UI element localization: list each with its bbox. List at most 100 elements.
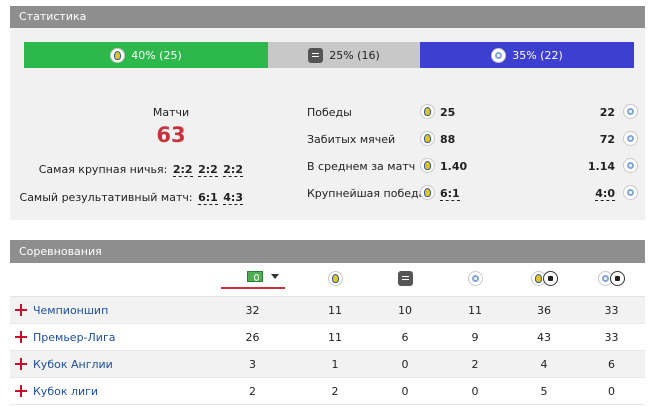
qpr-crest-icon (623, 185, 638, 200)
most-goals-match: Самый результативный матч: 6:1 4:3 (19, 191, 243, 205)
draws-cell: 10 (370, 296, 440, 324)
qpr-crest-icon (623, 158, 638, 173)
most-goals-link[interactable]: 6:1 (198, 191, 218, 205)
statistics-header: Статистика (10, 6, 645, 28)
draw-icon (308, 47, 324, 63)
qpr-wins-cell: 2 (440, 350, 510, 378)
table-row: Премьер-Лига 26 11 6 9 43 33 (10, 323, 645, 351)
leeds-wins-cell: 1 (300, 350, 370, 378)
leeds-crest-icon (420, 185, 435, 200)
matches-count: 63 (156, 123, 186, 147)
stat-row-goals: Забитых мячей 88 72 (307, 130, 640, 150)
leeds-goals-cell: 5 (510, 377, 578, 405)
qpr-crest-icon (623, 104, 638, 119)
header-draws[interactable] (370, 263, 440, 297)
qpr-goals-cell: 6 (578, 350, 645, 378)
home-wins-segment[interactable]: 40% (25) (24, 42, 268, 68)
header-competition (10, 263, 205, 297)
competition-cell: Кубок Англии (10, 350, 205, 378)
header-qpr-wins[interactable] (440, 263, 510, 297)
most-goals-label: Самый результативный матч: (19, 191, 193, 204)
header-leeds-wins[interactable] (300, 263, 370, 297)
results-bar: 40% (25) 25% (16) 35% (22) (24, 42, 634, 68)
draws-cell: 0 (370, 377, 440, 405)
header-leeds-goals[interactable] (510, 263, 578, 297)
leeds-crest-icon (420, 131, 435, 146)
competitions-header: Соревнования (10, 240, 645, 263)
competition-link[interactable]: Кубок лиги (33, 385, 98, 398)
chevron-down-icon[interactable] (270, 273, 279, 279)
leeds-crest-icon (327, 270, 343, 286)
draws-cell: 0 (370, 350, 440, 378)
ball-icon (610, 270, 625, 286)
competition-link[interactable]: Кубок Англии (33, 358, 113, 371)
home-wins-text: 40% (25) (131, 48, 182, 62)
stat-label: Забитых мячей (307, 133, 396, 146)
leeds-crest-icon (420, 104, 435, 119)
competition-cell: Чемпионшип (10, 296, 205, 324)
matches-cell: 32 (205, 296, 300, 324)
table-row: Кубок лиги 2 2 0 0 5 0 (10, 377, 645, 405)
home-biggest-win-link[interactable]: 6:1 (440, 187, 460, 201)
leeds-crest-icon (110, 47, 126, 63)
leeds-goals-cell: 43 (510, 323, 578, 351)
qpr-crest-icon (467, 270, 483, 286)
leeds-wins-cell: 11 (300, 296, 370, 324)
away-value: 72 (599, 133, 615, 146)
table-row: Кубок Англии 3 1 0 2 4 6 (10, 350, 645, 378)
away-wins-segment[interactable]: 35% (22) (420, 42, 634, 68)
home-value: 25 (440, 106, 456, 119)
england-flag-icon (15, 357, 27, 370)
biggest-draw-label: Самая крупная ничья: (38, 163, 168, 176)
table-header-row (10, 263, 645, 297)
home-value: 1.40 (440, 160, 468, 173)
home-value: 88 (440, 133, 456, 146)
competition-cell: Премьер-Лига (10, 323, 205, 351)
biggest-draw-link[interactable]: 2:2 (198, 163, 218, 177)
qpr-wins-cell: 0 (440, 377, 510, 405)
header-total-sort[interactable] (205, 263, 300, 297)
stat-label: Победы (307, 106, 352, 119)
qpr-wins-cell: 11 (440, 296, 510, 324)
qpr-crest-icon (491, 47, 507, 63)
leeds-wins-cell: 11 (300, 323, 370, 351)
draw-icon (397, 270, 413, 286)
stat-row-biggest-win: Крупнейшая победа 6:1 4:0 (307, 184, 640, 204)
header-qpr-goals[interactable] (578, 263, 645, 297)
field-icon (246, 270, 263, 282)
stat-row-wins: Победы 25 22 (307, 103, 640, 123)
england-flag-icon (15, 303, 27, 316)
draws-segment[interactable]: 25% (16) (268, 42, 420, 68)
stat-row-average: В среднем за матч 1.40 1.14 (307, 157, 640, 177)
leeds-crest-icon (420, 158, 435, 173)
stat-label: Крупнейшая победа (307, 187, 426, 200)
away-biggest-win-link[interactable]: 4:0 (595, 187, 615, 201)
away-value: 22 (599, 106, 615, 119)
competition-link[interactable]: Чемпионшип (33, 304, 108, 317)
england-flag-icon (15, 330, 27, 343)
england-flag-icon (15, 384, 27, 397)
matches-label: Матчи (152, 106, 190, 119)
qpr-goals-cell: 0 (578, 377, 645, 405)
competitions-table: Чемпионшип 32 11 10 11 36 33 Премьер-Лиг… (10, 263, 645, 405)
biggest-draw-link[interactable]: 2:2 (172, 163, 193, 177)
table-row: Чемпионшип 32 11 10 11 36 33 (10, 296, 645, 324)
draws-cell: 6 (370, 323, 440, 351)
competition-link[interactable]: Премьер-Лига (33, 331, 115, 344)
leeds-wins-cell: 2 (300, 377, 370, 405)
leeds-goals-cell: 4 (510, 350, 578, 378)
competition-cell: Кубок лиги (10, 377, 205, 405)
matches-cell: 26 (205, 323, 300, 351)
away-wins-text: 35% (22) (512, 48, 563, 62)
statistics-panel: Статистика 40% (25) 25% (16) 35% (22) Ма… (10, 6, 645, 220)
competitions-panel: Соревнования Чемпионшип 32 11 10 11 36 3… (10, 240, 645, 407)
qpr-goals-cell: 33 (578, 323, 645, 351)
most-goals-link[interactable]: 4:3 (223, 191, 243, 205)
away-value: 1.14 (587, 160, 615, 173)
draws-text: 25% (16) (329, 48, 380, 62)
ball-icon (542, 270, 558, 286)
leeds-goals-cell: 36 (510, 296, 578, 324)
matches-cell: 2 (205, 377, 300, 405)
biggest-draw-link[interactable]: 2:2 (223, 163, 243, 177)
sort-matches[interactable] (220, 270, 285, 289)
